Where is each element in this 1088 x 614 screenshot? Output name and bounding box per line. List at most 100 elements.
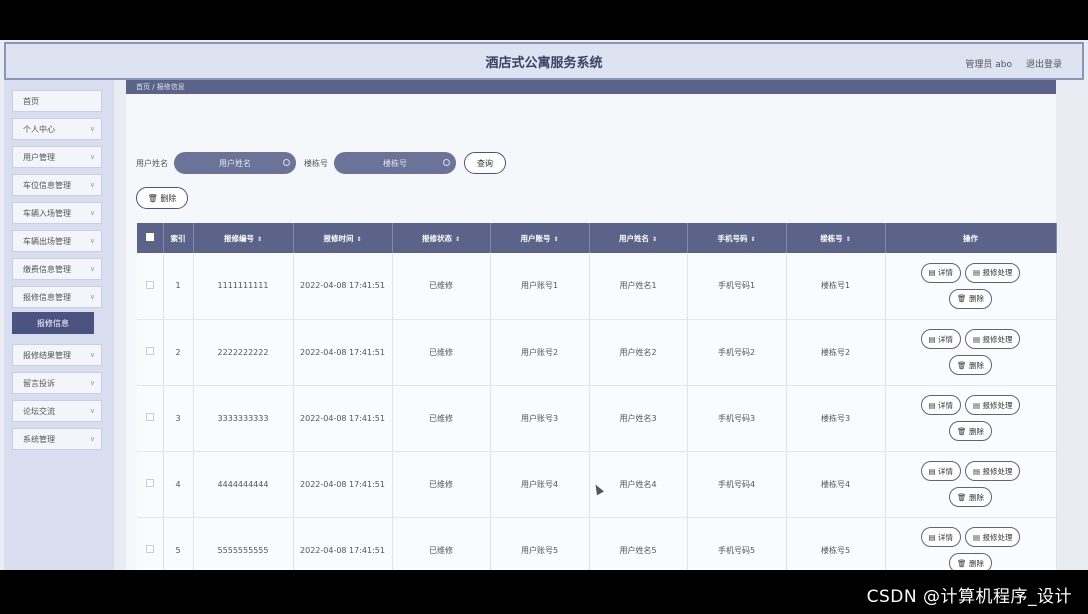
sidebar-item[interactable]: 报修结果管理 ∨ [12,344,102,366]
repair-button[interactable]: ▤ 报修处理 [965,527,1021,547]
row-actions-cell: ▤ 详情 ▤ 报修处理 🗑 删除 [885,451,1057,518]
row-delete-button[interactable]: 🗑 删除 [949,355,992,375]
current-user: 管理员 abo [965,60,1012,70]
table-cell: 用户姓名3 [589,385,688,452]
row-select-cell [137,517,164,570]
sidebar-item[interactable]: 报修信息管理 ∨ [12,286,102,308]
repair-button-label: 报修处理 [982,268,1013,278]
detail-button-label: 详情 [938,268,953,278]
table-cell: 用户姓名1 [589,253,688,320]
detail-button[interactable]: ▤ 详情 [920,329,961,349]
select-all-header[interactable] [137,223,164,253]
sort-icon[interactable]: ⇕ [652,236,657,243]
table-cell: 1111111111 [193,253,294,320]
chevron-down-icon: ∨ [89,407,95,415]
row-delete-button-label: 删除 [968,294,984,304]
sidebar-item[interactable]: 论坛交流 ∨ [12,400,102,422]
row-actions-cell: ▤ 详情 ▤ 报修处理 🗑 删除 [885,253,1057,320]
detail-button-label: 详情 [938,532,953,542]
table-cell: 已维修 [392,319,491,386]
column-header-label: 报修状态 [421,233,452,243]
sidebar-item[interactable]: 留言投诉 ∨ [12,372,102,394]
sort-icon[interactable]: ⇕ [356,236,361,243]
column-header[interactable]: 楼栋号 ⇕ [786,223,886,253]
trash-icon: 🗑 [957,426,969,436]
row-checkbox[interactable] [145,545,154,553]
sidebar-item[interactable]: 车位信息管理 ∨ [12,174,102,196]
name-search-input[interactable]: 用户姓名 [174,152,296,174]
document-icon: ▤ [973,532,983,542]
sort-icon[interactable]: ⇕ [750,236,755,243]
detail-button[interactable]: ▤ 详情 [920,461,961,481]
sort-icon[interactable]: ⇕ [553,236,558,243]
bulk-delete-label: 删除 [160,193,177,203]
column-header-label: 楼栋号 [820,233,843,243]
row-delete-button[interactable]: 🗑 删除 [949,421,992,441]
sidebar-item[interactable]: 首页 [12,90,102,112]
trash-icon: 🗑 [957,294,969,304]
row-select-cell [137,319,164,386]
sidebar-item-label: 报修信息管理 [23,292,71,302]
repair-button[interactable]: ▤ 报修处理 [965,329,1021,349]
table-cell: 4 [163,451,194,518]
chevron-down-icon: ∨ [89,435,95,443]
row-delete-button[interactable]: 🗑 删除 [949,553,992,570]
select-all-checkbox[interactable] [145,233,154,241]
repair-button[interactable]: ▤ 报修处理 [965,461,1021,481]
row-checkbox[interactable] [145,280,154,289]
table-cell: 用户姓名5 [589,517,688,570]
table-cell: 用户账号5 [490,517,590,570]
sidebar-item[interactable]: 系统管理 ∨ [12,428,102,450]
sidebar-subitem-active[interactable]: 报修信息 [12,312,94,334]
building-label: 楼栋号 [304,158,328,168]
row-checkbox[interactable] [145,347,154,355]
table-cell: 手机号码5 [687,517,787,570]
sidebar-item-label: 车辆入场管理 [23,208,71,218]
sidebar-item[interactable]: 缴费信息管理 ∨ [12,258,102,280]
sidebar-item[interactable]: 用户管理 ∨ [12,146,102,168]
document-icon: ▤ [973,466,983,476]
repair-button[interactable]: ▤ 报修处理 [965,262,1021,283]
column-header[interactable]: 报修时间 ⇕ [293,223,393,253]
column-header[interactable]: 报修状态 ⇕ [392,223,491,253]
column-header-label: 用户账号 [520,233,551,243]
repair-button-label: 报修处理 [982,400,1013,410]
row-actions-cell: ▤ 详情 ▤ 报修处理 🗑 删除 [885,385,1057,452]
sort-icon[interactable]: ⇕ [455,236,460,243]
logout-link[interactable]: 退出登录 [1026,57,1062,70]
sort-icon[interactable]: ⇕ [257,236,262,243]
row-checkbox[interactable] [145,479,154,487]
chevron-down-icon: ∨ [89,351,95,359]
chevron-down-icon: ∨ [89,181,95,189]
sidebar-item[interactable]: 车辆入场管理 ∨ [12,202,102,224]
table-cell: 4444444444 [193,451,294,518]
column-header[interactable]: 用户账号 ⇕ [490,223,590,253]
column-header[interactable]: 报修编号 ⇕ [193,223,294,253]
table-cell: 手机号码1 [687,253,787,320]
column-header-label: 用户姓名 [618,233,649,243]
row-delete-button[interactable]: 🗑 删除 [949,487,992,507]
column-header[interactable]: 手机号码 ⇕ [687,223,787,253]
detail-button[interactable]: ▤ 详情 [920,527,961,547]
column-header: 操作 [885,223,1057,253]
building-search-input[interactable]: 楼栋号 [334,152,456,174]
bulk-delete-button[interactable]: 🗑 删除 [136,187,188,209]
sidebar-item-label: 车辆出场管理 [23,236,71,246]
column-header[interactable]: 用户姓名 ⇕ [589,223,688,253]
table-cell: 2222222222 [193,319,294,386]
chevron-down-icon: ∨ [89,209,95,217]
detail-button[interactable]: ▤ 详情 [920,395,961,415]
repair-button[interactable]: ▤ 报修处理 [965,395,1021,415]
sidebar-item[interactable]: 个人中心 ∨ [12,118,102,140]
row-delete-button[interactable]: 🗑 删除 [949,288,992,309]
detail-button-label: 详情 [938,334,953,344]
sort-icon[interactable]: ⇕ [846,236,851,243]
table-body: 1 1111111111 2022-04-08 17:41:51 已维修 用户账号1 用户… [137,253,1057,570]
sidebar-item[interactable]: 车辆出场管理 ∨ [12,230,102,252]
detail-button[interactable]: ▤ 详情 [920,262,961,283]
document-icon: ▤ [928,400,938,410]
table-cell: 手机号码2 [687,319,787,386]
row-checkbox[interactable] [145,413,154,421]
query-button[interactable]: 查询 [464,152,506,174]
table-cell: 5 [163,517,194,570]
